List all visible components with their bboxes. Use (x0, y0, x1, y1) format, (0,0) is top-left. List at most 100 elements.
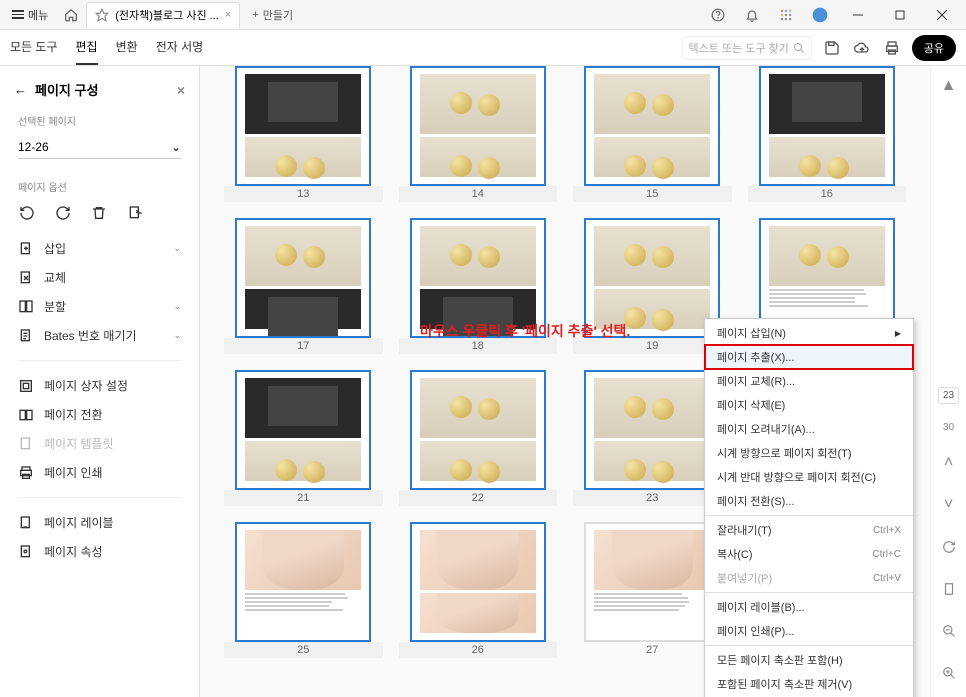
page-thumbnail[interactable]: 26 (399, 522, 558, 658)
hamburger-icon (12, 10, 24, 19)
tab-edit[interactable]: 편집 (76, 30, 98, 65)
new-tab-button[interactable]: + 만들기 (242, 3, 303, 27)
delete-icon[interactable] (90, 204, 108, 222)
zoom-out-icon[interactable] (937, 619, 961, 643)
page-up-icon[interactable]: ˄ (937, 451, 961, 475)
ctx-extract[interactable]: 페이지 추출(X)... (705, 345, 913, 369)
page-number: 21 (224, 490, 383, 506)
page-thumbnail[interactable]: 21 (224, 370, 383, 506)
back-icon[interactable]: ← (14, 82, 27, 97)
menu-button[interactable]: 메뉴 (4, 3, 56, 27)
ctx-rotate-ccw[interactable]: 시계 반대 방향으로 페이지 회전(C) (705, 465, 913, 489)
ctx-delete[interactable]: 페이지 삭제(E) (705, 393, 913, 417)
current-page-badge[interactable]: 23 (938, 387, 959, 404)
cloud-icon[interactable] (852, 38, 872, 58)
ctx-crop[interactable]: 페이지 오려내기(A)... (705, 417, 913, 441)
page-options-label: 페이지 옵션 (0, 169, 199, 198)
bates-icon (18, 328, 34, 344)
share-button[interactable]: 공유 (912, 35, 956, 61)
sidebar-header: ← 페이지 구성 × (0, 76, 199, 109)
selected-pages-label: 선택된 페이지 (0, 109, 199, 132)
help-icon[interactable] (702, 2, 734, 28)
sidebar-item-label: 교체 (44, 269, 66, 286)
chevron-right-icon: ⌄ (173, 330, 181, 341)
ctx-remove-embed[interactable]: 포함된 페이지 축소판 제거(V) (705, 672, 913, 696)
page-number: 22 (399, 490, 558, 506)
page-number: 17 (224, 338, 383, 354)
bell-icon[interactable] (736, 2, 768, 28)
window-minimize[interactable] (838, 0, 878, 30)
sidebar-item-label[interactable]: 페이지 레이블 (0, 508, 199, 537)
apps-icon[interactable] (770, 2, 802, 28)
sidebar-item-label: 페이지 레이블 (44, 514, 114, 531)
ctx-replace[interactable]: 페이지 교체(R)... (705, 369, 913, 393)
page-range-select[interactable]: 12-26 ⌄ (18, 136, 181, 159)
separator (705, 592, 913, 593)
scroll-up-icon[interactable]: ▲ (937, 74, 961, 98)
sidebar-close-icon[interactable]: × (177, 82, 185, 98)
ctx-insert[interactable]: 페이지 삽입(N)▶ (705, 321, 913, 345)
sidebar-title: 페이지 구성 (35, 80, 98, 99)
page-view-icon[interactable] (937, 577, 961, 601)
ctx-transition[interactable]: 페이지 전환(S)... (705, 489, 913, 513)
page-thumbnail[interactable]: 22 (399, 370, 558, 506)
page-thumbnail[interactable]: 14 (399, 66, 558, 202)
sidebar-item-transition[interactable]: 페이지 전환 (0, 400, 199, 429)
sidebar-item-box[interactable]: 페이지 상자 설정 (0, 371, 199, 400)
red-annotation: 마우스 우클릭 후 '페이지 추출' 선택. (420, 321, 630, 341)
titlebar: 메뉴 (전자책)블로그 사진 ... × + 만들기 (0, 0, 966, 30)
extract-icon[interactable] (126, 204, 144, 222)
page-number: 26 (399, 642, 558, 658)
search-box[interactable]: 텍스트 또는 도구 찾기 (682, 36, 812, 60)
rotate-cw-icon[interactable] (54, 204, 72, 222)
sidebar-item-label: 페이지 템플릿 (44, 435, 114, 452)
main-layout: ← 페이지 구성 × 선택된 페이지 12-26 ⌄ 페이지 옵션 삽입 ⌄ 교… (0, 66, 966, 697)
sidebar-item-label: 페이지 인쇄 (44, 464, 103, 481)
ctx-rotate-cw[interactable]: 시계 방향으로 페이지 회전(T) (705, 441, 913, 465)
sidebar-item-label: 페이지 전환 (44, 406, 103, 423)
sidebar-item-insert[interactable]: 삽입 ⌄ (0, 234, 199, 263)
tab-sign[interactable]: 전자 서명 (156, 30, 204, 65)
divider (18, 360, 181, 361)
ctx-cut[interactable]: 잘라내기(T)Ctrl+X (705, 518, 913, 542)
page-thumbnail[interactable]: 17 (224, 218, 383, 354)
document-tab[interactable]: (전자책)블로그 사진 ... × (86, 2, 240, 28)
sidebar-item-label: Bates 번호 매기기 (44, 327, 137, 344)
page-options-row (0, 198, 199, 234)
page-thumbnail[interactable]: 13 (224, 66, 383, 202)
print-page-icon (18, 465, 34, 481)
page-thumbnail[interactable]: 16 (748, 66, 907, 202)
page-down-icon[interactable]: ˅ (937, 493, 961, 517)
sidebar-item-replace[interactable]: 교체 (0, 263, 199, 292)
page-label-icon (18, 515, 34, 531)
sidebar-item-label: 페이지 속성 (44, 543, 103, 560)
tab-convert[interactable]: 변환 (116, 30, 138, 65)
sidebar-item-bates[interactable]: Bates 번호 매기기 ⌄ (0, 321, 199, 350)
ctx-labels[interactable]: 페이지 레이블(B)... (705, 595, 913, 619)
ctx-print[interactable]: 페이지 인쇄(P)... (705, 619, 913, 643)
sidebar-item-properties[interactable]: 페이지 속성 (0, 537, 199, 566)
sidebar-item-print[interactable]: 페이지 인쇄 (0, 458, 199, 487)
print-icon[interactable] (882, 38, 902, 58)
rotate-ccw-icon[interactable] (18, 204, 36, 222)
home-button[interactable] (58, 4, 84, 26)
refresh-icon[interactable] (937, 535, 961, 559)
page-props-icon (18, 544, 34, 560)
right-nav-rail: ▲ 23 30 ˄ ˅ (930, 66, 966, 697)
sidebar-item-split[interactable]: 분할 ⌄ (0, 292, 199, 321)
zoom-in-icon[interactable] (937, 661, 961, 685)
window-maximize[interactable] (880, 0, 920, 30)
save-icon[interactable] (822, 38, 842, 58)
split-page-icon (18, 299, 34, 315)
profile-icon[interactable] (804, 2, 836, 28)
ctx-embed-all[interactable]: 모든 페이지 축소판 포함(H) (705, 648, 913, 672)
tab-all-tools[interactable]: 모든 도구 (10, 30, 58, 65)
new-tab-label: 만들기 (263, 7, 293, 23)
tab-close-icon[interactable]: × (225, 9, 231, 21)
sidebar-item-label: 삽입 (44, 240, 66, 257)
page-thumbnail[interactable]: 15 (573, 66, 732, 202)
page-number: 15 (573, 186, 732, 202)
ctx-copy[interactable]: 복사(C)Ctrl+C (705, 542, 913, 566)
page-thumbnail[interactable]: 25 (224, 522, 383, 658)
window-close[interactable] (922, 0, 962, 30)
